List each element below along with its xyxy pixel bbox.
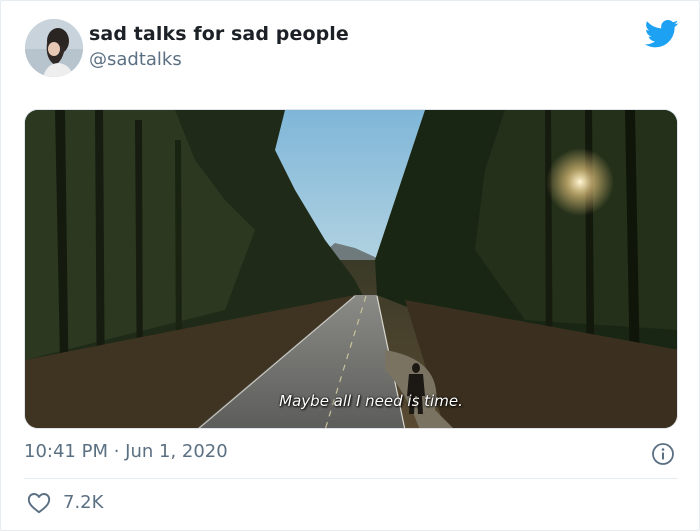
tweet-media[interactable]: Maybe all I need is time.	[24, 109, 678, 429]
tweet-timestamp[interactable]: 10:41 PM · Jun 1, 2020	[24, 441, 228, 462]
heart-icon[interactable]	[27, 492, 51, 514]
tweet-card: sad talks for sad people @sadtalks Maybe…	[0, 0, 700, 531]
media-image	[25, 110, 677, 428]
author-name[interactable]: sad talks for sad people	[89, 23, 349, 45]
avatar[interactable]	[25, 19, 83, 77]
like-count[interactable]: 7.2K	[63, 492, 103, 513]
avatar-image	[25, 19, 83, 77]
info-icon[interactable]	[651, 442, 675, 466]
twitter-bird-icon[interactable]	[645, 19, 679, 49]
author-handle[interactable]: @sadtalks	[89, 49, 182, 70]
media-subtitle: Maybe all I need is time.	[279, 392, 463, 410]
divider	[24, 478, 678, 479]
